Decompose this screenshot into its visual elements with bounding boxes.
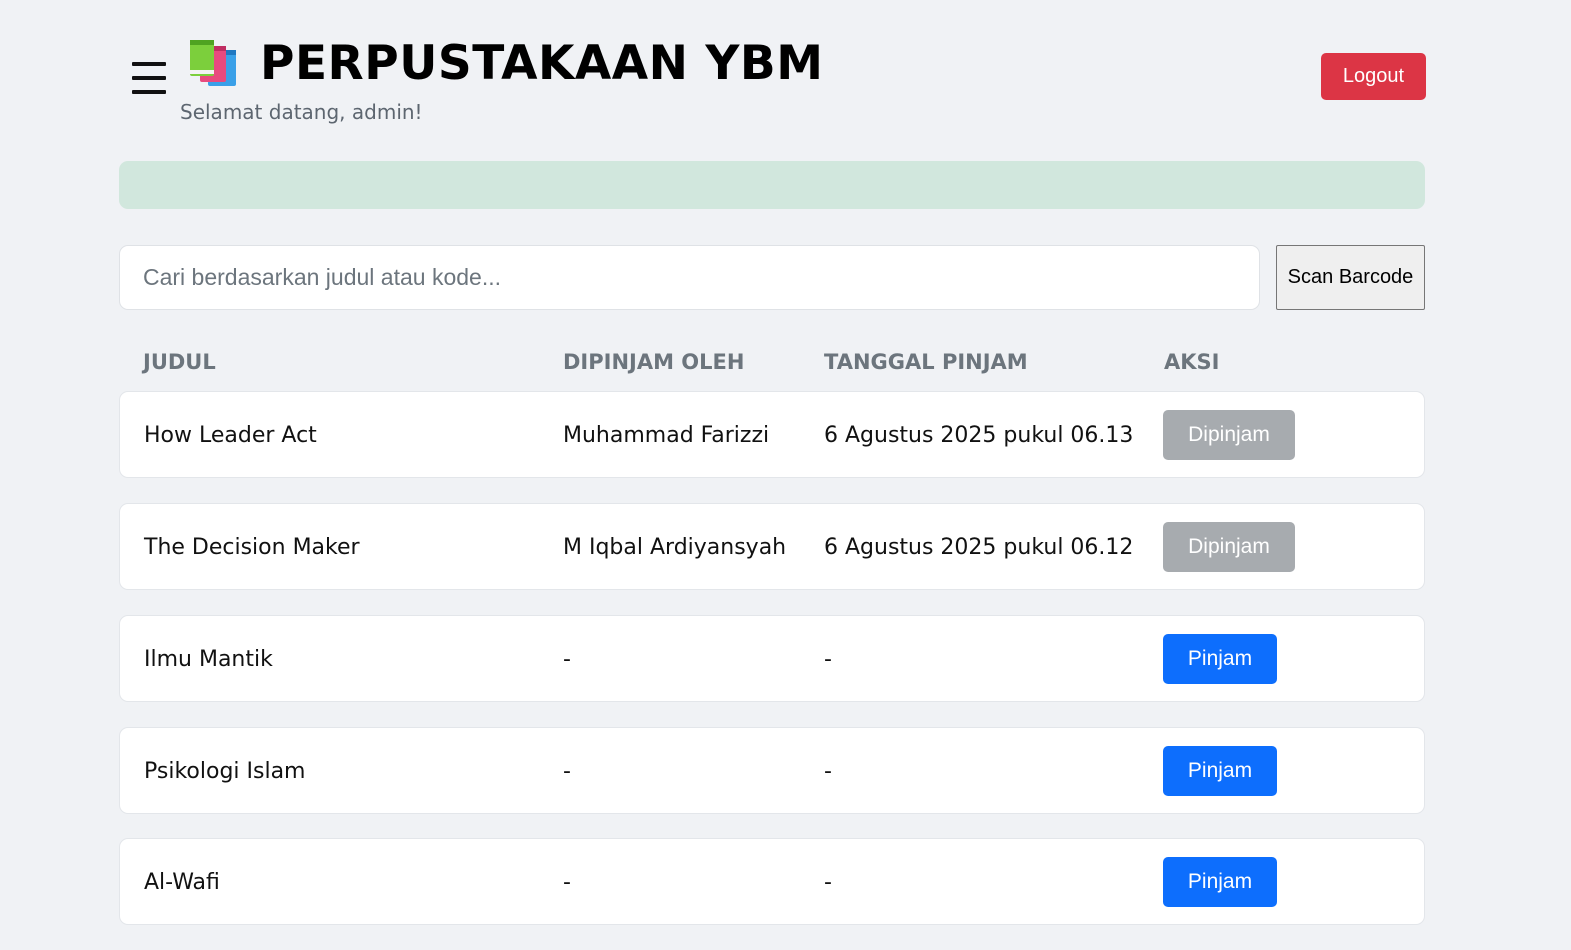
borrow-date: 6 Agustus 2025 pukul 06.13 <box>824 423 1134 448</box>
logout-button[interactable]: Logout <box>1321 53 1426 100</box>
alert-bar <box>119 161 1425 209</box>
borrower-name: - <box>563 759 571 784</box>
borrow-button[interactable]: Pinjam <box>1163 746 1277 796</box>
column-header-date: TANGGAL PINJAM <box>824 350 1028 374</box>
header: PERPUSTAKAAN YBM Selamat datang, admin! … <box>120 30 1426 140</box>
column-header-borrower: DIPINJAM OLEH <box>563 350 745 374</box>
hamburger-menu-icon[interactable] <box>130 58 166 98</box>
search-input[interactable] <box>119 245 1260 310</box>
page: PERPUSTAKAAN YBM Selamat datang, admin! … <box>0 0 1571 950</box>
book-title: Al-Wafi <box>144 870 220 895</box>
books-icon <box>190 40 236 86</box>
table-row: Ilmu Mantik - - Pinjam <box>119 615 1425 702</box>
borrower-name: - <box>563 647 571 672</box>
app-title: PERPUSTAKAAN YBM <box>260 36 824 91</box>
book-title: Psikologi Islam <box>144 759 306 784</box>
borrow-date: - <box>824 759 832 784</box>
borrow-date: - <box>824 870 832 895</box>
borrower-name: - <box>563 870 571 895</box>
welcome-text: Selamat datang, admin! <box>180 100 423 124</box>
borrower-name: M Iqbal Ardiyansyah <box>563 535 787 560</box>
borrowed-button: Dipinjam <box>1163 410 1295 460</box>
book-title: The Decision Maker <box>144 535 360 560</box>
column-header-title: JUDUL <box>143 350 216 374</box>
borrow-date: 6 Agustus 2025 pukul 06.12 <box>824 535 1134 560</box>
scan-barcode-button[interactable]: Scan Barcode <box>1276 245 1425 310</box>
column-header-action: AKSI <box>1164 350 1220 374</box>
table-row: Psikologi Islam - - Pinjam <box>119 727 1425 814</box>
book-title: How Leader Act <box>144 423 317 448</box>
borrowed-button: Dipinjam <box>1163 522 1295 572</box>
table-row: The Decision Maker M Iqbal Ardiyansyah 6… <box>119 503 1425 590</box>
borrow-button[interactable]: Pinjam <box>1163 857 1277 907</box>
book-title: Ilmu Mantik <box>144 647 273 672</box>
table-row: Al-Wafi - - Pinjam <box>119 838 1425 925</box>
borrower-name: Muhammad Farizzi <box>563 423 770 448</box>
borrow-button[interactable]: Pinjam <box>1163 634 1277 684</box>
borrow-date: - <box>824 647 832 672</box>
table-row: How Leader Act Muhammad Farizzi 6 Agustu… <box>119 391 1425 478</box>
